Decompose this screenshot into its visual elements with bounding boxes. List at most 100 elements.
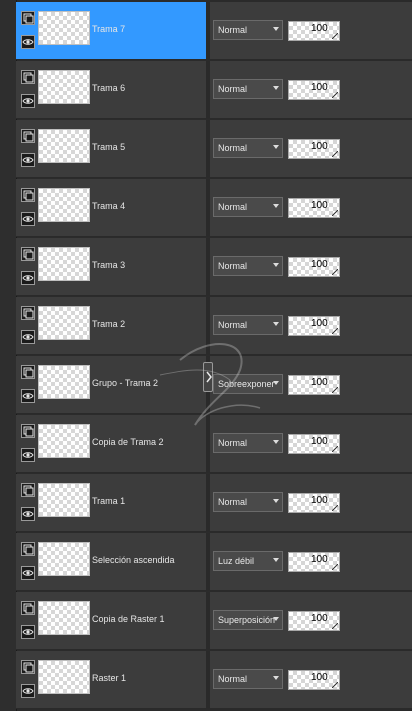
layer-icon[interactable] — [21, 129, 35, 143]
layer-row[interactable]: Raster 1 Normal 100 — [16, 651, 412, 709]
layer-name-area[interactable]: Copia de Raster 1 — [16, 592, 206, 650]
layer-name-area[interactable]: Selección ascendida — [16, 533, 206, 591]
layer-row[interactable]: Copia de Trama 2 Normal 100 — [16, 415, 412, 473]
blend-mode-value: Normal — [218, 25, 248, 35]
layer-controls: Normal 100 — [210, 297, 412, 355]
layer-row[interactable]: Trama 7 Normal 100 — [16, 2, 412, 60]
opacity-field[interactable]: 100 — [288, 257, 340, 277]
layer-thumbnail[interactable] — [38, 424, 90, 458]
layer-icon[interactable] — [21, 424, 35, 438]
opacity-field[interactable]: 100 — [288, 375, 340, 395]
layer-name: Trama 7 — [92, 24, 126, 34]
layer-name: Copia de Trama 2 — [92, 437, 164, 447]
layer-icon[interactable] — [21, 483, 35, 497]
eye-icon[interactable] — [21, 153, 35, 167]
opacity-field[interactable]: 100 — [288, 80, 340, 100]
layer-row[interactable]: Trama 4 Normal 100 — [16, 179, 412, 237]
eye-icon[interactable] — [21, 212, 35, 226]
layer-thumbnail[interactable] — [38, 129, 90, 163]
blend-mode-select[interactable]: Superposición — [213, 610, 283, 630]
layer-controls: Luz débil 100 — [210, 533, 412, 591]
layer-thumbnail[interactable] — [38, 11, 90, 45]
blend-mode-select[interactable]: Normal — [213, 256, 283, 276]
layer-controls: Normal 100 — [210, 2, 412, 60]
eye-icon[interactable] — [21, 389, 35, 403]
layer-icon[interactable] — [21, 601, 35, 615]
opacity-value: 100 — [311, 436, 328, 447]
eye-icon[interactable] — [21, 448, 35, 462]
layer-icon[interactable] — [21, 247, 35, 261]
blend-mode-select[interactable]: Luz débil — [213, 551, 283, 571]
layer-thumbnail[interactable] — [38, 70, 90, 104]
layer-thumbnail[interactable] — [38, 483, 90, 517]
layer-icon[interactable] — [21, 365, 35, 379]
layer-name-area[interactable]: Raster 1 — [16, 651, 206, 709]
chevron-down-icon — [273, 263, 279, 267]
layer-row[interactable]: Trama 5 Normal 100 — [16, 120, 412, 178]
layer-row[interactable]: Trama 1 Normal 100 — [16, 474, 412, 532]
layer-row[interactable]: Copia de Raster 1 Superposición 100 — [16, 592, 412, 650]
layer-icon[interactable] — [21, 306, 35, 320]
eye-icon[interactable] — [21, 330, 35, 344]
eye-icon[interactable] — [21, 35, 35, 49]
opacity-field[interactable]: 100 — [288, 316, 340, 336]
layer-thumbnail[interactable] — [38, 542, 90, 576]
opacity-field[interactable]: 100 — [288, 434, 340, 454]
layer-icon[interactable] — [21, 660, 35, 674]
layer-icon[interactable] — [21, 11, 35, 25]
layer-row[interactable]: Trama 3 Normal 100 — [16, 238, 412, 296]
opacity-field[interactable]: 100 — [288, 670, 340, 690]
layer-icon[interactable] — [21, 70, 35, 84]
layer-thumbnail[interactable] — [38, 601, 90, 635]
blend-mode-select[interactable]: Normal — [213, 138, 283, 158]
opacity-field[interactable]: 100 — [288, 21, 340, 41]
opacity-field[interactable]: 100 — [288, 552, 340, 572]
layer-name-area[interactable]: Trama 4 — [16, 179, 206, 237]
layer-thumbnail[interactable] — [38, 188, 90, 222]
opacity-value: 100 — [311, 554, 328, 565]
eye-icon[interactable] — [21, 507, 35, 521]
layer-icon[interactable] — [21, 542, 35, 556]
blend-mode-select[interactable]: Sobreexponer — [213, 374, 283, 394]
layer-thumbnail[interactable] — [38, 365, 90, 399]
eye-icon[interactable] — [21, 625, 35, 639]
blend-mode-value: Normal — [218, 438, 248, 448]
layer-thumbnail[interactable] — [38, 247, 90, 281]
blend-mode-value: Normal — [218, 674, 248, 684]
layer-thumbnail[interactable] — [38, 660, 90, 694]
blend-mode-select[interactable]: Normal — [213, 79, 283, 99]
layer-row[interactable]: Grupo - Trama 2 Sobreexponer 100 — [16, 356, 412, 414]
layer-name-area[interactable]: Copia de Trama 2 — [16, 415, 206, 473]
collapse-handle[interactable] — [203, 362, 213, 392]
layer-name-area[interactable]: Trama 6 — [16, 61, 206, 119]
blend-mode-select[interactable]: Normal — [213, 433, 283, 453]
blend-mode-select[interactable]: Normal — [213, 669, 283, 689]
opacity-field[interactable]: 100 — [288, 198, 340, 218]
layer-row[interactable]: Trama 2 Normal 100 — [16, 297, 412, 355]
layer-name-area[interactable]: Grupo - Trama 2 — [16, 356, 206, 414]
opacity-value: 100 — [311, 82, 328, 93]
eye-icon[interactable] — [21, 271, 35, 285]
layer-row[interactable]: Selección ascendida Luz débil 100 — [16, 533, 412, 591]
layer-name-area[interactable]: Trama 2 — [16, 297, 206, 355]
layer-name: Trama 6 — [92, 83, 126, 93]
blend-mode-value: Superposición — [218, 615, 276, 625]
layer-icon[interactable] — [21, 188, 35, 202]
blend-mode-select[interactable]: Normal — [213, 20, 283, 40]
opacity-field[interactable]: 100 — [288, 139, 340, 159]
layer-thumbnail[interactable] — [38, 306, 90, 340]
opacity-field[interactable]: 100 — [288, 611, 340, 631]
layer-name-area[interactable]: Trama 3 — [16, 238, 206, 296]
eye-icon[interactable] — [21, 566, 35, 580]
layer-name-area[interactable]: Trama 7 — [16, 2, 206, 60]
layer-name-area[interactable]: Trama 5 — [16, 120, 206, 178]
opacity-field[interactable]: 100 — [288, 493, 340, 513]
layer-name-area[interactable]: Trama 1 — [16, 474, 206, 532]
blend-mode-select[interactable]: Normal — [213, 492, 283, 512]
eye-icon[interactable] — [21, 94, 35, 108]
layer-row[interactable]: Trama 6 Normal 100 — [16, 61, 412, 119]
layer-name: Copia de Raster 1 — [92, 614, 165, 624]
blend-mode-select[interactable]: Normal — [213, 197, 283, 217]
blend-mode-select[interactable]: Normal — [213, 315, 283, 335]
eye-icon[interactable] — [21, 684, 35, 698]
